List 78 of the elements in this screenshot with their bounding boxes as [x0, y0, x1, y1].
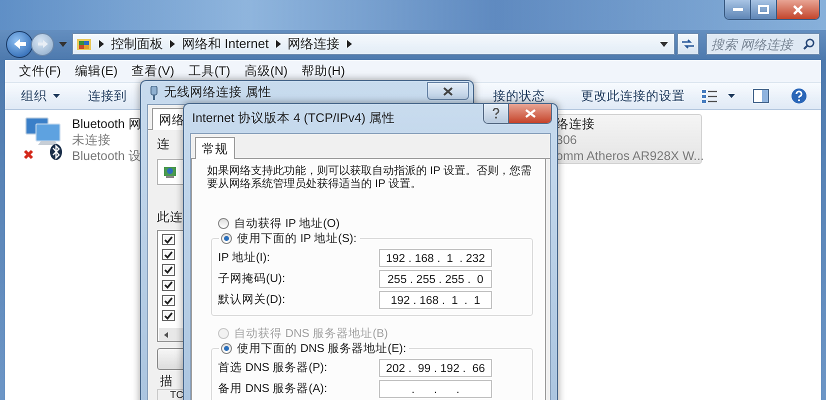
caret-icon[interactable]: [728, 94, 735, 98]
minimize-icon: [732, 8, 742, 12]
field-label: 首选 DNS 服务器(P):: [218, 360, 328, 375]
breadcrumb-item[interactable]: 控制面板: [111, 35, 163, 53]
field-label: 此连: [157, 210, 183, 224]
field-label: 备用 DNS 服务器(A):: [218, 382, 328, 396]
ip-address-field[interactable]: 192 . 168 . 1 . 1: [379, 290, 492, 308]
breadcrumb-item[interactable]: 网络连接: [288, 35, 340, 53]
group-label: 描: [160, 374, 173, 388]
back-arrow-icon: [12, 38, 26, 50]
toolbar-button[interactable]: 连接到: [82, 84, 133, 108]
help-button[interactable]: [484, 104, 509, 123]
close-button[interactable]: [777, 0, 819, 19]
maximize-button[interactable]: [751, 0, 777, 19]
breadcrumb-item[interactable]: 网络和 Internet: [182, 35, 269, 53]
checkbox[interactable]: [162, 234, 175, 246]
connection-name: Bluetooth 网: [72, 116, 142, 132]
description-text: TC: [170, 390, 184, 400]
radio-option[interactable]: 自动获得 IP 地址(O): [218, 216, 545, 231]
chevron-icon[interactable]: [346, 40, 352, 48]
checkbox[interactable]: [162, 264, 175, 276]
control-panel-icon: [76, 36, 92, 52]
forward-arrow-icon: [36, 39, 48, 49]
menu-item[interactable]: 文件(F): [13, 60, 67, 82]
checkbox[interactable]: [162, 310, 175, 322]
refresh-icon: [681, 38, 695, 50]
radio-option[interactable]: 使用下面的 DNS 服务器地址(E):: [219, 341, 410, 356]
connection-status: 未连接: [72, 132, 112, 148]
close-button[interactable]: [427, 82, 469, 100]
maximize-icon: [758, 5, 769, 14]
menu-item[interactable]: 工具(T): [182, 60, 236, 82]
chevron-icon[interactable]: [276, 40, 281, 48]
help-icon[interactable]: [791, 88, 807, 104]
minimize-button[interactable]: [725, 0, 751, 19]
search-field[interactable]: 搜索 网络连接: [706, 33, 820, 55]
close-icon: [524, 109, 536, 118]
view-icon[interactable]: [702, 89, 718, 103]
network-icon: [149, 86, 159, 100]
ip-address-field[interactable]: . . .: [379, 380, 492, 398]
toolbar-button[interactable]: 组织: [15, 84, 66, 108]
network-card-icon: [163, 165, 177, 179]
adapter-name: Bluetooth 设: [72, 148, 142, 164]
close-icon: [443, 86, 453, 96]
field-label: 连: [157, 137, 170, 151]
ip-address-field[interactable]: 255 . 255 . 255 . 0: [379, 270, 492, 288]
dialog-title: 无线网络连接 属性: [164, 84, 272, 101]
menu-item[interactable]: 编辑(E): [68, 60, 124, 82]
checkbox[interactable]: [162, 249, 175, 260]
radio-option[interactable]: 使用下面的 IP 地址(S):: [219, 231, 360, 246]
dropdown-icon[interactable]: [660, 42, 668, 46]
menu-item[interactable]: 帮助(H): [296, 60, 351, 82]
search-icon: [803, 38, 815, 50]
refresh-button[interactable]: [677, 33, 699, 55]
ip-address-field[interactable]: 192 . 168 . 1 . 232: [379, 248, 492, 266]
checkbox[interactable]: [162, 294, 175, 306]
checkbox[interactable]: [162, 280, 175, 291]
description-text: 如果网络支持此功能，则可以获取自动指派的 IP 设置。否则，您需要从网络系统管理员处获得适当的 IP 设置。: [207, 165, 532, 190]
dialog-title: Internet 协议版本 4 (TCP/IPv4) 属性: [192, 110, 396, 127]
preview-pane-icon[interactable]: [753, 89, 769, 103]
question-mark-icon: [492, 108, 500, 119]
field-label: 子网掩码(U):: [218, 272, 286, 286]
chevron-icon[interactable]: [99, 40, 104, 48]
forward-button[interactable]: [31, 32, 54, 56]
chevron-icon[interactable]: [170, 40, 175, 48]
menu-item[interactable]: 高级(N): [238, 60, 294, 82]
address-field[interactable]: 控制面板 网络和 Internet 网络连接: [72, 33, 675, 55]
field-label: IP 地址(I):: [218, 250, 270, 265]
toolbar-button[interactable]: 更改此连接的设置: [575, 84, 691, 108]
tab[interactable]: 常规: [195, 137, 235, 159]
close-icon: [793, 4, 803, 14]
caret-icon: [53, 94, 60, 98]
menu-item[interactable]: 查看(V): [126, 60, 180, 82]
ip-address-field[interactable]: 202 . 99 . 192 . 66: [379, 358, 492, 376]
toolbar-button[interactable]: 接的状态: [487, 84, 551, 108]
field-label: 默认网关(D):: [218, 292, 286, 307]
back-button[interactable]: [6, 30, 33, 58]
close-button[interactable]: [509, 104, 551, 123]
connection-item[interactable]: Bluetooth 网 未连接 Bluetooth 设: [22, 115, 142, 164]
